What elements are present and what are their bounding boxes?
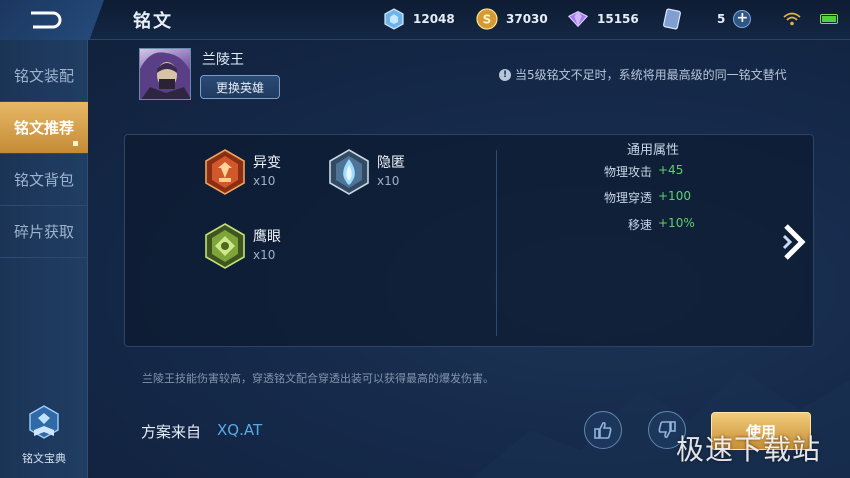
attribute-key: 物理攻击	[603, 165, 652, 179]
plan-description: 兰陵王技能伤害较高，穿透铭文配合穿透出装可以获得最高的爆发伤害。	[142, 372, 494, 385]
next-arrow-icon[interactable]	[780, 222, 810, 262]
purple-crystal-icon	[567, 8, 589, 30]
top-bar: 铭文 12048 S 37030 15156 5 +	[0, 0, 850, 40]
thumbs-down-icon	[658, 421, 676, 439]
ticket-value: 5	[717, 12, 726, 26]
sidebar-item-rune-bag[interactable]: 铭文背包	[0, 154, 88, 206]
rune-count: x10	[253, 174, 276, 188]
sidebar-item-label: 铭文装配	[13, 67, 74, 85]
page-title: 铭文	[133, 11, 173, 32]
diamond-counter: 12048	[383, 8, 455, 30]
sidebar-item-label: 铭文背包	[13, 171, 74, 189]
ticket-counter: 5 +	[661, 8, 752, 30]
rune-name: 异变	[253, 155, 281, 171]
sidebar-item-fragment[interactable]: 碎片获取	[0, 206, 88, 258]
rune-stealth-icon	[329, 149, 369, 195]
attribute-value: +10%	[658, 216, 695, 230]
rune-codex-button[interactable]: 铭文宝典	[10, 404, 78, 465]
rune-count: x10	[377, 174, 400, 188]
attribute-key: 物理穿透	[603, 191, 652, 205]
diamond-gem-icon	[383, 8, 405, 30]
attribute-value: +45	[658, 163, 684, 177]
change-hero-button[interactable]: 更换英雄	[200, 75, 280, 99]
hero-avatar	[139, 48, 191, 100]
battery-icon	[820, 14, 838, 24]
sidebar-item-rune-assembly[interactable]: 铭文装配	[0, 50, 88, 102]
crystal-counter: 15156	[567, 8, 639, 30]
rune-hawkeye-icon	[205, 223, 245, 269]
rune-name: 鹰眼	[253, 229, 281, 245]
rune-mutation-icon	[205, 149, 245, 195]
sidebar: 铭文装配 铭文推荐 铭文背包 碎片获取 铭文宝典	[0, 40, 88, 478]
rune-page: 铭文 12048 S 37030 15156 5 + 铭文装配 铭文推荐 铭文背…	[0, 0, 850, 478]
rune-item[interactable]: 鹰眼 x10	[203, 222, 281, 270]
watermark: 极速下载站	[676, 433, 822, 466]
rune-name: 隐匿	[377, 155, 405, 171]
back-arrow-icon	[31, 11, 62, 29]
rune-item[interactable]: 异变 x10	[203, 148, 281, 196]
rune-item[interactable]: 隐匿 x10	[327, 148, 405, 196]
source-author[interactable]: XQ.AT	[217, 421, 262, 439]
source-label: 方案来自	[141, 423, 202, 441]
attributes-title: 通用属性	[627, 143, 680, 158]
attribute-value: +100	[658, 189, 691, 203]
panel-divider	[496, 150, 497, 336]
svg-text:S: S	[483, 13, 492, 27]
thumbs-up-icon	[594, 421, 612, 439]
like-button[interactable]	[584, 411, 622, 449]
codex-book-icon	[29, 405, 59, 439]
sidebar-item-label: 碎片获取	[13, 223, 74, 241]
info-icon: !	[499, 68, 511, 81]
rune-count: x10	[253, 248, 276, 262]
gold-counter: S 37030	[476, 8, 548, 30]
crystal-value: 15156	[597, 12, 639, 26]
codex-label: 铭文宝典	[22, 452, 66, 465]
back-button[interactable]	[0, 0, 104, 40]
gold-coin-icon: S	[476, 8, 498, 30]
hero-name: 兰陵王	[202, 52, 244, 68]
sidebar-item-rune-recommend[interactable]: 铭文推荐	[0, 102, 88, 154]
notice-text: 当5级铭文不足时，系统将用最高级的同一铭文替代	[515, 68, 787, 82]
ticket-icon	[661, 8, 683, 30]
wifi-icon	[783, 12, 801, 26]
plus-icon[interactable]: +	[733, 10, 752, 28]
attribute-key: 移速	[627, 218, 652, 232]
diamond-value: 12048	[413, 12, 455, 26]
sidebar-item-label: 铭文推荐	[13, 119, 74, 137]
notice: ! 当5级铭文不足时，系统将用最高级的同一铭文替代	[499, 66, 787, 83]
gold-value: 37030	[506, 12, 548, 26]
